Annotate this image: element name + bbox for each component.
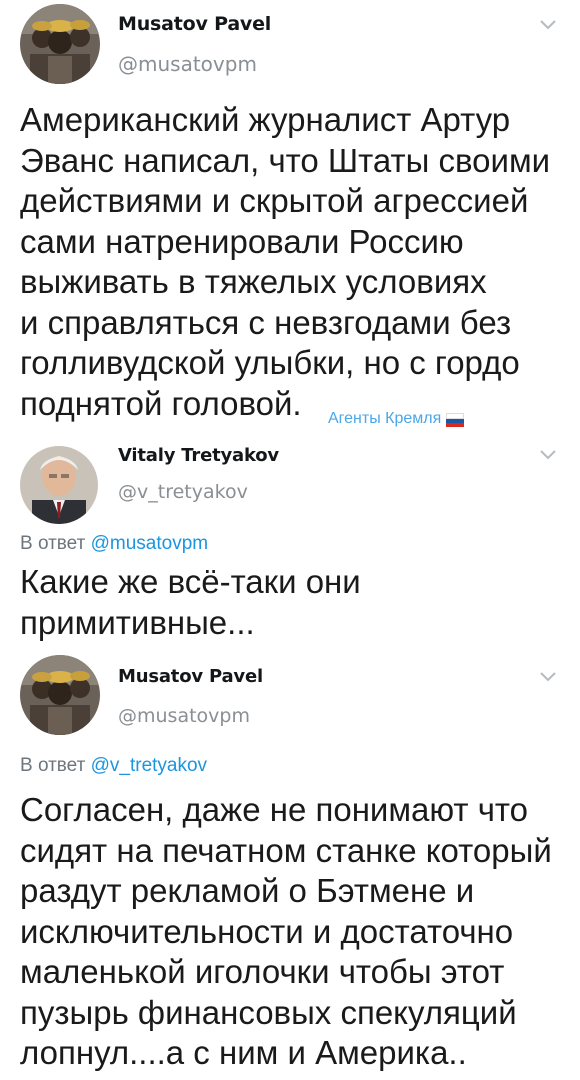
tweet-2: Vitaly Tretyakov @v_tretyakov В ответ @m… [0,430,580,650]
tweet-text: Какие же всё-таки они примитивные... [20,563,361,641]
reply-context: В ответ @musatovpm [20,533,208,555]
author-handle[interactable]: @v_tretyakov [118,481,248,503]
reply-prefix: В ответ [20,755,86,776]
russian-flag-icon [446,413,465,427]
watermark: Агенты Кремля [328,410,465,428]
author-name[interactable]: Musatov Pavel [118,13,271,35]
author-handle[interactable]: @musatovpm [118,52,257,76]
author-name[interactable]: Vitaly Tretyakov [118,445,279,466]
tweet-text: Американский журналист Артур Эванс напис… [20,101,551,422]
reply-mention-link[interactable]: @v_tretyakov [91,755,207,776]
watermark-label: Агенты Кремля [328,410,442,427]
tweet-1: Musatov Pavel @musatovpm Американский жу… [0,0,580,430]
reply-prefix: В ответ [20,533,86,554]
avatar[interactable] [20,446,98,524]
author-handle[interactable]: @musatovpm [118,705,250,727]
chevron-down-icon[interactable] [538,448,558,462]
avatar[interactable] [20,655,100,735]
reply-mention-link[interactable]: @musatovpm [91,533,209,554]
chevron-down-icon[interactable] [538,670,558,684]
author-name[interactable]: Musatov Pavel [118,666,263,687]
tweet-3: Musatov Pavel @musatovpm В ответ @v_tret… [0,650,580,1080]
reply-context: В ответ @v_tretyakov [20,755,207,777]
avatar[interactable] [20,4,100,84]
chevron-down-icon[interactable] [538,18,558,32]
tweet-text: Согласен, даже не понимают что сидят на … [20,791,552,1071]
